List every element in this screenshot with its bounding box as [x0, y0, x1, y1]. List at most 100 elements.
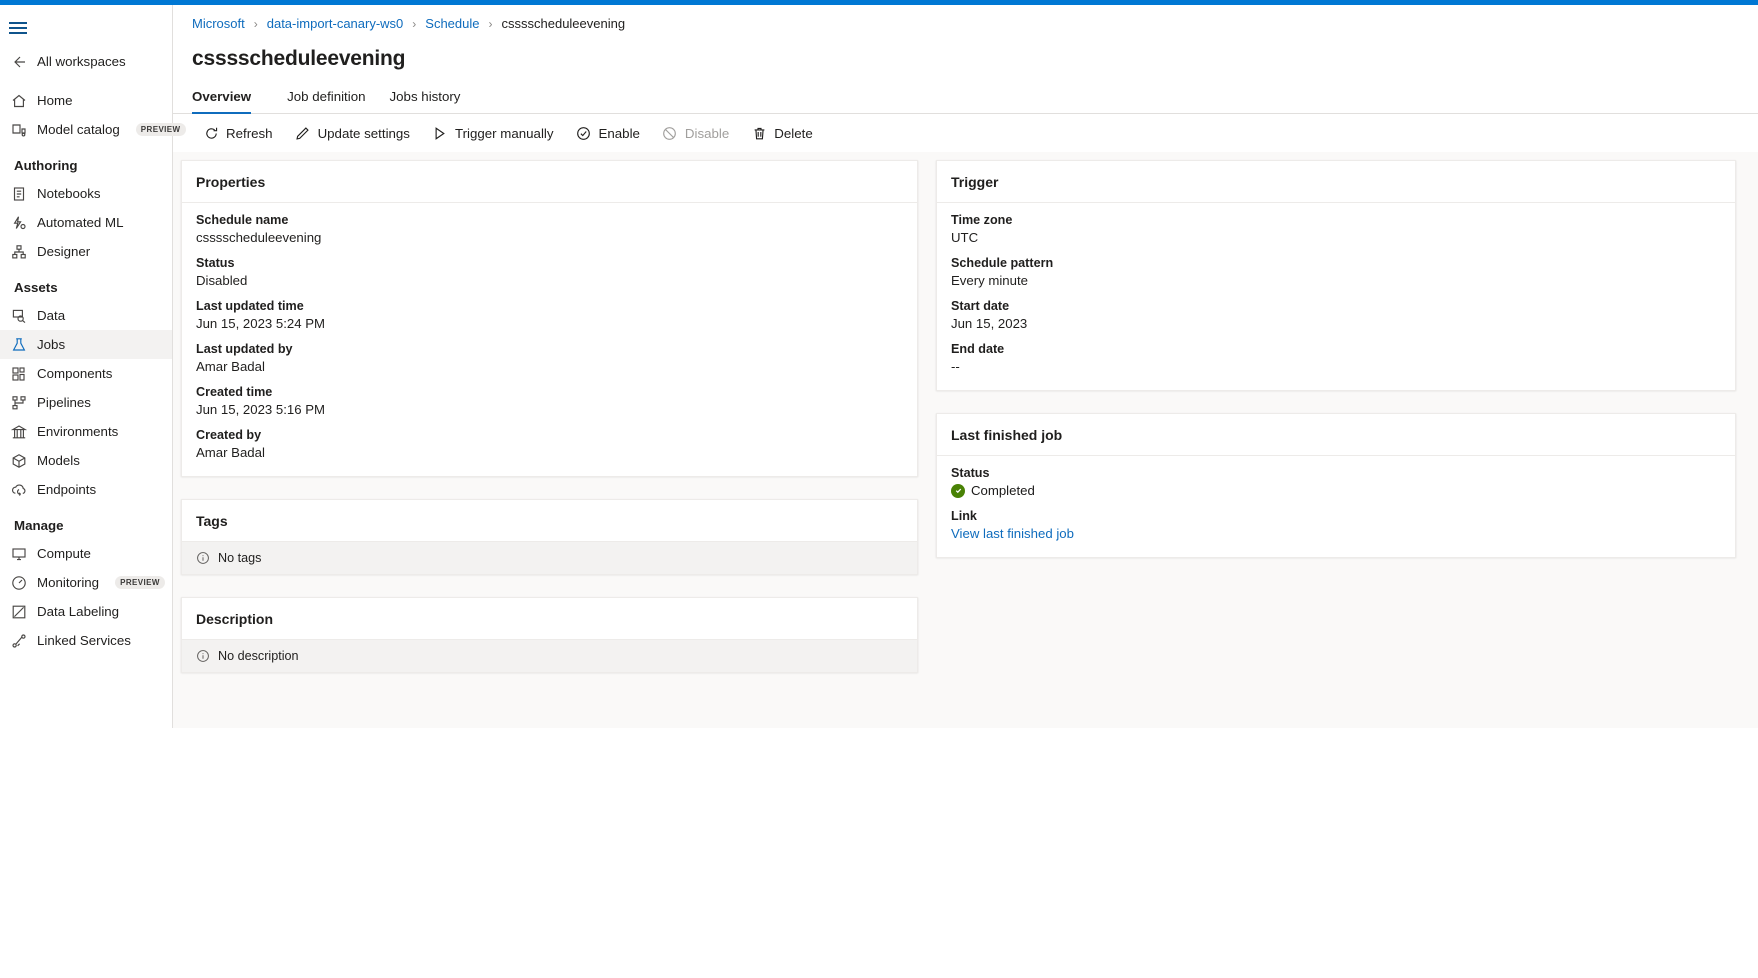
- sidebar-item-label: Environments: [37, 424, 118, 439]
- sidebar-item-pipelines[interactable]: Pipelines: [0, 388, 172, 417]
- field-time-zone: Time zone UTC: [951, 213, 1721, 245]
- preview-badge: Preview: [136, 123, 186, 136]
- description-empty-label: No description: [218, 649, 299, 663]
- field-value: Jun 15, 2023 5:16 PM: [196, 402, 903, 417]
- status-value: Completed: [971, 483, 1035, 498]
- properties-title: Properties: [182, 161, 917, 203]
- sidebar-item-model-catalog[interactable]: Model catalog Preview: [0, 115, 172, 144]
- sidebar-item-label: Data: [37, 308, 65, 323]
- field-value: --: [951, 359, 1721, 374]
- field-last-updated-by: Last updated by Amar Badal: [196, 342, 903, 374]
- breadcrumb-item-schedule[interactable]: Schedule: [425, 16, 479, 31]
- field-label: Start date: [951, 299, 1721, 313]
- field-label: Status: [196, 256, 903, 270]
- field-label: Last updated by: [196, 342, 903, 356]
- app-shell: All workspaces Home Model catalog Previe…: [0, 5, 1758, 978]
- field-created-time: Created time Jun 15, 2023 5:16 PM: [196, 385, 903, 417]
- right-column: Trigger Time zone UTC Schedule pattern E…: [936, 160, 1736, 558]
- overview-content: Properties Schedule name csssscheduleeve…: [173, 152, 1758, 728]
- field-start-date: Start date Jun 15, 2023: [951, 299, 1721, 331]
- enable-label: Enable: [599, 126, 640, 141]
- field-value: Jun 15, 2023 5:24 PM: [196, 316, 903, 331]
- sidebar-item-designer[interactable]: Designer: [0, 237, 172, 266]
- disable-label: Disable: [685, 126, 729, 141]
- description-card: Description No description: [181, 597, 918, 673]
- notebook-icon: [10, 185, 27, 202]
- sidebar-item-jobs[interactable]: Jobs: [0, 330, 172, 359]
- field-job-link: Link View last finished job: [951, 509, 1721, 541]
- tags-title: Tags: [182, 500, 917, 542]
- breadcrumb-item-workspace[interactable]: data-import-canary-ws0: [267, 16, 404, 31]
- sidebar-item-components[interactable]: Components: [0, 359, 172, 388]
- field-label: Created by: [196, 428, 903, 442]
- compute-icon: [10, 545, 27, 562]
- sidebar-item-automated-ml[interactable]: Automated ML: [0, 208, 172, 237]
- trigger-manually-button[interactable]: Trigger manually: [421, 120, 565, 146]
- sidebar-item-monitoring[interactable]: Monitoring Preview: [0, 568, 172, 597]
- field-last-updated-time: Last updated time Jun 15, 2023 5:24 PM: [196, 299, 903, 331]
- sidebar-item-label: Endpoints: [37, 482, 96, 497]
- field-end-date: End date --: [951, 342, 1721, 374]
- sidebar-item-environments[interactable]: Environments: [0, 417, 172, 446]
- main-content: Microsoft › data-import-canary-ws0 › Sch…: [173, 5, 1758, 728]
- view-last-finished-job-link[interactable]: View last finished job: [951, 526, 1721, 541]
- data-labeling-icon: [10, 603, 27, 620]
- trigger-body: Time zone UTC Schedule pattern Every min…: [937, 203, 1735, 390]
- sidebar-item-label: Home: [37, 93, 72, 108]
- field-label: End date: [951, 342, 1721, 356]
- chevron-right-icon: ›: [412, 17, 416, 31]
- field-label: Time zone: [951, 213, 1721, 227]
- block-icon: [662, 125, 678, 141]
- sidebar-item-home[interactable]: Home: [0, 86, 172, 115]
- linked-services-icon: [10, 632, 27, 649]
- environments-icon: [10, 423, 27, 440]
- sidebar-item-data[interactable]: Data: [0, 301, 172, 330]
- sidebar-item-models[interactable]: Models: [0, 446, 172, 475]
- components-icon: [10, 365, 27, 382]
- hamburger-menu-icon[interactable]: [0, 11, 40, 47]
- field-value: Amar Badal: [196, 445, 903, 460]
- refresh-button[interactable]: Refresh: [192, 120, 284, 146]
- sidebar-item-compute[interactable]: Compute: [0, 539, 172, 568]
- sidebar-item-endpoints[interactable]: Endpoints: [0, 475, 172, 504]
- sidebar-item-label: All workspaces: [37, 54, 126, 69]
- tab-job-definition[interactable]: Job definition: [275, 89, 377, 113]
- sidebar-item-all-workspaces[interactable]: All workspaces: [0, 47, 172, 76]
- field-created-by: Created by Amar Badal: [196, 428, 903, 460]
- field-value: Jun 15, 2023: [951, 316, 1721, 331]
- sidebar-item-label: Automated ML: [37, 215, 123, 230]
- enable-button[interactable]: Enable: [565, 120, 651, 146]
- tab-overview[interactable]: Overview: [192, 89, 263, 113]
- trash-icon: [751, 125, 767, 141]
- field-label: Link: [951, 509, 1721, 523]
- command-toolbar: Refresh Update settings Trigger manually…: [173, 114, 1758, 152]
- last-finished-job-body: Status Completed Link View last finished…: [937, 456, 1735, 557]
- description-title: Description: [182, 598, 917, 640]
- monitoring-icon: [10, 574, 27, 591]
- update-settings-label: Update settings: [318, 126, 410, 141]
- pipelines-icon: [10, 394, 27, 411]
- refresh-icon: [203, 125, 219, 141]
- delete-button[interactable]: Delete: [740, 120, 823, 146]
- field-schedule-name: Schedule name csssscheduleevening: [196, 213, 903, 245]
- field-value: Amar Badal: [196, 359, 903, 374]
- sidebar-item-data-labeling[interactable]: Data Labeling: [0, 597, 172, 626]
- sidebar-item-linked-services[interactable]: Linked Services: [0, 626, 172, 655]
- sidebar-item-label: Models: [37, 453, 80, 468]
- page-title: csssscheduleevening: [173, 31, 1758, 71]
- models-icon: [10, 452, 27, 469]
- tab-jobs-history[interactable]: Jobs history: [378, 89, 473, 113]
- breadcrumb-item-microsoft[interactable]: Microsoft: [192, 16, 245, 31]
- sidebar-item-notebooks[interactable]: Notebooks: [0, 179, 172, 208]
- sidebar-group-authoring: Authoring: [0, 144, 172, 179]
- sidebar-item-label: Monitoring: [37, 575, 99, 590]
- field-label: Created time: [196, 385, 903, 399]
- model-catalog-icon: [10, 121, 27, 138]
- data-icon: [10, 307, 27, 324]
- field-label: Schedule name: [196, 213, 903, 227]
- sidebar-item-label: Compute: [37, 546, 91, 561]
- delete-label: Delete: [774, 126, 812, 141]
- field-status: Status Disabled: [196, 256, 903, 288]
- update-settings-button[interactable]: Update settings: [284, 120, 421, 146]
- pencil-icon: [295, 125, 311, 141]
